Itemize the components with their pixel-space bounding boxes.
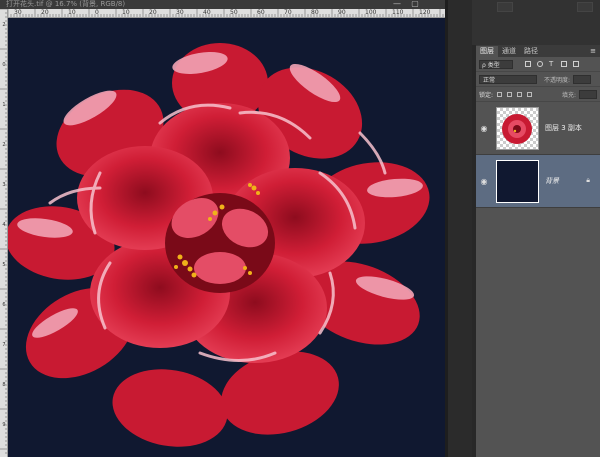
ruler-label: 7 xyxy=(2,342,6,348)
ruler-label: 0 xyxy=(2,62,6,68)
ruler-label: 120 xyxy=(419,9,431,16)
ruler-label: 90 xyxy=(338,9,346,16)
layer-row-selected[interactable]: ◉ 背景 🔒︎ xyxy=(476,155,600,208)
collapsed-panel-button[interactable] xyxy=(577,2,593,12)
ruler-label: 10 xyxy=(68,9,76,16)
ruler-label: 1 xyxy=(2,102,6,108)
ruler-label: 10 xyxy=(122,9,130,16)
image-filter-icon[interactable] xyxy=(525,61,531,67)
collapsed-panels-area xyxy=(472,0,600,45)
ruler-label: 30 xyxy=(14,9,22,16)
ruler-label: 60 xyxy=(257,9,265,16)
layer-thumbnail xyxy=(496,159,539,203)
ruler-label: 5 xyxy=(2,262,6,268)
layers-panel: 图层 通道 路径 ≡ ρ 类型 T 正常 不透明度: 锁定: 填充: ◉ 图层 … xyxy=(476,45,600,457)
eye-icon[interactable]: ◉ xyxy=(478,177,490,186)
ruler-label: 8 xyxy=(2,382,6,388)
ruler-label: 30 xyxy=(176,9,184,16)
type-filter-icon[interactable]: T xyxy=(549,61,555,68)
lock-all-icon[interactable] xyxy=(527,91,533,97)
ruler-label: 70 xyxy=(284,9,292,16)
layers-panel-tabs: 图层 通道 路径 ≡ xyxy=(476,45,600,57)
lock-position-icon[interactable] xyxy=(517,91,523,97)
horizontal-ruler[interactable]: 30 20 10 0 10 20 30 40 50 60 70 80 90 10… xyxy=(8,9,445,18)
ruler-label: 80 xyxy=(311,9,319,16)
ruler-label: 40 xyxy=(203,9,211,16)
ruler-label: 50 xyxy=(230,9,238,16)
ruler-label: 4 xyxy=(2,222,6,228)
ruler-label: 6 xyxy=(2,302,6,308)
lock-icon: 🔒︎ xyxy=(586,176,590,184)
opacity-label: 不透明度: xyxy=(544,76,571,84)
peony-flower-artwork xyxy=(8,43,430,447)
ruler-label: 2 xyxy=(2,22,6,28)
ruler-label: 2 xyxy=(2,142,6,148)
minimize-button[interactable]: — xyxy=(388,0,406,9)
lock-image-icon[interactable] xyxy=(507,91,513,97)
layer-name[interactable]: 图层 3 副本 xyxy=(545,123,582,133)
collapsed-panel-strip xyxy=(448,0,472,457)
document-tab[interactable]: 打开花头.tif @ 16.7% (背景, RGB/8) xyxy=(0,0,445,9)
ruler-label: 3 xyxy=(2,182,6,188)
ruler-label: 20 xyxy=(149,9,157,16)
collapsed-panel-button[interactable] xyxy=(497,2,513,12)
layer-thumbnail xyxy=(496,106,539,150)
smart-filter-icon[interactable] xyxy=(573,61,579,67)
layer-name[interactable]: 背景 xyxy=(545,176,559,186)
lock-label: 锁定: xyxy=(479,91,494,99)
flower-thumbnail-icon xyxy=(502,113,532,144)
blend-mode-select[interactable]: 正常 xyxy=(479,74,537,84)
lock-fill-row: 锁定: 填充: xyxy=(476,87,600,102)
opacity-input[interactable] xyxy=(573,74,592,84)
tab-layers[interactable]: 图层 xyxy=(476,46,498,57)
vertical-ruler-ticks xyxy=(0,9,7,454)
fill-label: 填充: xyxy=(561,91,576,99)
tab-channels[interactable]: 通道 xyxy=(498,46,520,57)
ruler-label: 9 xyxy=(2,422,6,428)
lock-transparent-icon[interactable] xyxy=(497,91,503,97)
document-tab-title: 打开花头.tif @ 16.7% (背景, RGB/8) xyxy=(6,0,126,8)
layer-filter-row: ρ 类型 T xyxy=(476,57,600,72)
ruler-label: 100 xyxy=(365,9,377,16)
ruler-label: 20 xyxy=(41,9,49,16)
filter-kind-select[interactable]: ρ 类型 xyxy=(479,59,513,69)
blend-opacity-row: 正常 不透明度: xyxy=(476,72,600,87)
window-controls: — ▢ xyxy=(388,0,424,9)
eye-icon[interactable]: ◉ xyxy=(478,124,490,133)
vertical-ruler[interactable]: 2 0 1 2 3 4 5 6 7 8 9 xyxy=(0,9,8,457)
layer-row[interactable]: ◉ 图层 3 副本 xyxy=(476,102,600,155)
ruler-label: 0 xyxy=(95,9,99,16)
tab-paths[interactable]: 路径 xyxy=(520,46,542,57)
maximize-button[interactable]: ▢ xyxy=(406,0,424,9)
shape-filter-icon[interactable] xyxy=(561,61,567,67)
adjustment-filter-icon[interactable] xyxy=(537,61,543,67)
fill-input[interactable] xyxy=(579,89,597,99)
ruler-label: 110 xyxy=(392,9,404,16)
panel-menu-icon[interactable]: ≡ xyxy=(590,46,600,57)
document-canvas[interactable] xyxy=(8,18,445,457)
